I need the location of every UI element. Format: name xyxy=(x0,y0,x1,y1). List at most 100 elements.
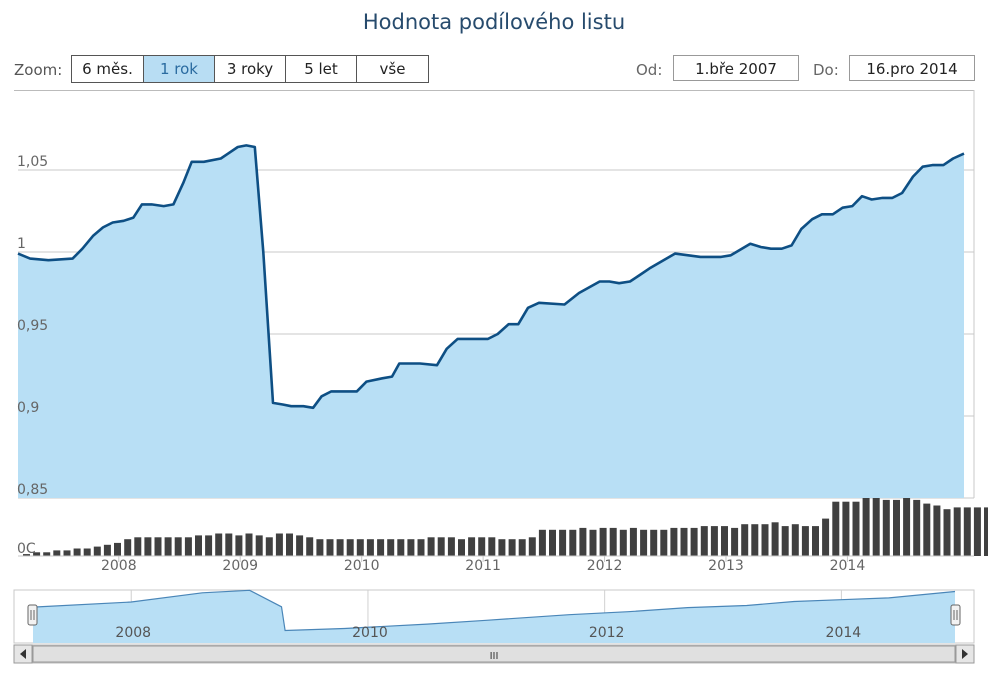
volume-bar xyxy=(872,498,880,556)
navigator-left-handle[interactable] xyxy=(27,604,38,626)
volume-bar xyxy=(427,537,435,556)
volume-bar xyxy=(953,507,961,556)
volume-bar xyxy=(83,548,91,556)
volume-bar xyxy=(356,539,364,556)
volume-bar xyxy=(842,501,850,556)
volume-bar xyxy=(417,539,425,556)
volume-bar xyxy=(366,539,374,556)
volume-bar xyxy=(184,537,192,556)
volume-bar xyxy=(913,499,921,556)
value-area xyxy=(17,144,965,498)
volume-bar xyxy=(761,524,769,556)
volume-bar xyxy=(903,498,911,556)
y-tick-label: 1 xyxy=(17,236,26,252)
volume-bar xyxy=(559,529,567,556)
volume-bar xyxy=(397,539,405,556)
x-tick-label: 2011 xyxy=(465,558,501,574)
volume-bar xyxy=(93,546,101,556)
chart-svg: 0C 2008 2009 2010 2011 2012 2013 2014 0,85 0,9 0… xyxy=(13,90,988,664)
volume-bar xyxy=(781,526,789,556)
volume-bar xyxy=(316,539,324,556)
scroll-left-button[interactable] xyxy=(13,644,33,664)
volume-bar xyxy=(700,526,708,556)
volume-bar xyxy=(225,533,233,556)
volume-bar xyxy=(387,539,395,556)
volume-bar xyxy=(134,537,142,556)
x-tick-label: 2013 xyxy=(708,558,744,574)
volume-bar xyxy=(306,537,314,556)
volume-bar xyxy=(265,537,273,556)
volume-bar xyxy=(43,552,51,556)
volume-bar xyxy=(741,524,749,556)
navigator-tick-label: 2014 xyxy=(826,625,862,641)
volume-bar xyxy=(923,503,931,556)
x-tick-label: 2009 xyxy=(222,558,258,574)
volume-bar xyxy=(619,529,627,556)
volume-bar xyxy=(286,533,293,556)
volume-bar xyxy=(103,544,111,556)
volume-bar xyxy=(933,505,941,556)
volume-tick-label: 0C xyxy=(17,541,36,557)
y-tick-label: 1,05 xyxy=(17,154,48,170)
volume-bar xyxy=(154,537,162,556)
scroll-right-button[interactable] xyxy=(955,644,975,664)
volume-bar xyxy=(53,550,61,556)
volume-bar xyxy=(670,527,678,556)
volume-bar xyxy=(73,548,81,556)
volume-bar xyxy=(680,527,688,556)
volume-bar xyxy=(549,529,556,556)
volume-bar xyxy=(478,537,486,556)
volume-bar xyxy=(296,535,304,556)
volume-bar xyxy=(791,524,799,556)
volume-bar xyxy=(205,535,213,556)
volume-bar xyxy=(599,527,607,556)
volume-bar xyxy=(589,529,597,556)
volume-bar xyxy=(326,539,334,556)
navigator-right-handle[interactable] xyxy=(950,604,961,626)
volume-bar xyxy=(973,507,981,556)
volume-bar xyxy=(174,537,182,556)
handle-body[interactable] xyxy=(27,604,38,626)
volume-bar xyxy=(528,537,536,556)
series-area xyxy=(18,145,964,498)
volume-bar xyxy=(346,539,354,556)
volume-bar xyxy=(538,529,546,556)
volume-bar xyxy=(609,527,617,556)
y-tick-label: 0,85 xyxy=(17,482,48,498)
volume-bar xyxy=(943,509,951,556)
volume-bar xyxy=(164,537,172,556)
volume-bar xyxy=(195,535,202,556)
volume-bar xyxy=(882,499,890,556)
volume-bar xyxy=(852,501,860,556)
volume-bar xyxy=(336,539,344,556)
volume-bar xyxy=(63,550,71,556)
volume-bar xyxy=(984,507,988,556)
x-tick-label: 2012 xyxy=(587,558,623,574)
x-tick-label: 2008 xyxy=(101,558,137,574)
volume-bar xyxy=(144,537,152,556)
volume-bar xyxy=(690,527,698,556)
navigator[interactable]: 2008 2010 2012 2014 xyxy=(13,589,975,644)
volume-bar xyxy=(579,527,587,556)
volume-bar xyxy=(437,537,445,556)
volume-bar xyxy=(124,539,132,556)
scrollbar[interactable]: III xyxy=(13,644,975,664)
volume-bar xyxy=(235,535,243,556)
volume-bar xyxy=(710,526,718,556)
volume-bar xyxy=(771,522,779,556)
x-tick-label: 2010 xyxy=(344,558,380,574)
volume-bars: 0C xyxy=(17,498,988,557)
volume-bar xyxy=(862,498,870,556)
navigator-tick-label: 2010 xyxy=(352,625,388,641)
volume-bar xyxy=(407,539,415,556)
volume-bar xyxy=(832,501,840,556)
volume-bar xyxy=(488,537,496,556)
volume-bar xyxy=(822,518,830,556)
volume-bar xyxy=(731,527,739,556)
volume-bar xyxy=(569,529,577,556)
volume-bar xyxy=(377,539,385,556)
handle-body[interactable] xyxy=(950,604,961,626)
volume-bar xyxy=(114,542,121,556)
volume-bar xyxy=(447,537,455,556)
volume-bar xyxy=(215,533,223,556)
